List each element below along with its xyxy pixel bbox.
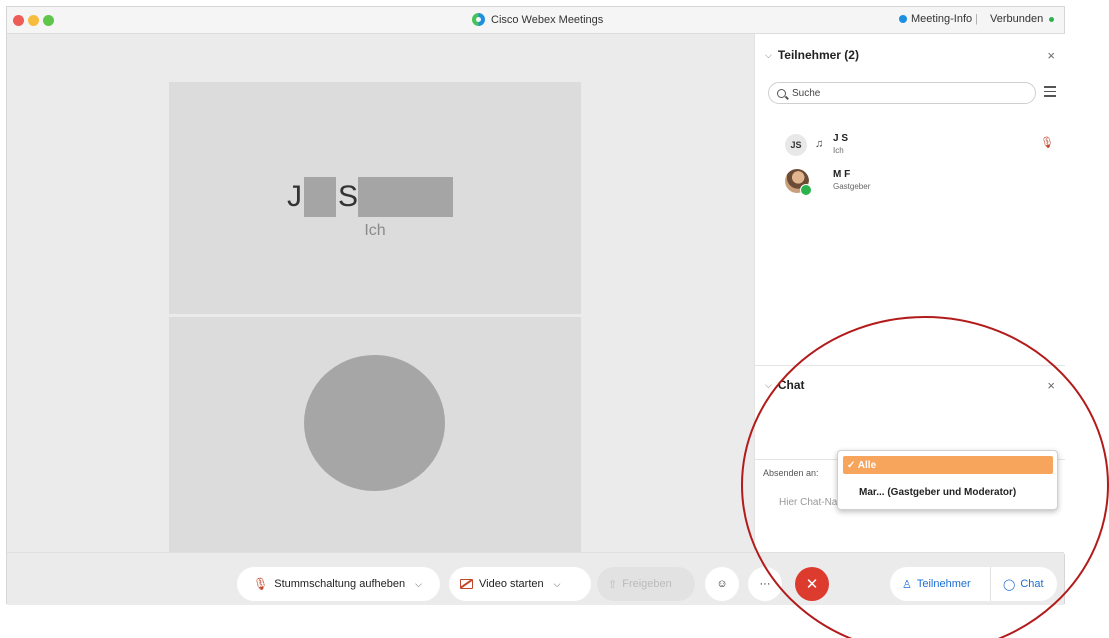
meeting-info-button[interactable]: Meeting-Info bbox=[899, 13, 972, 25]
participants-header[interactable]: ⌵ Teilnehmer (2) bbox=[765, 48, 859, 62]
webex-logo-icon bbox=[472, 13, 485, 26]
connection-status: Verbunden bbox=[990, 13, 1055, 25]
smiley-icon: ☺ bbox=[716, 578, 728, 590]
self-tile-label: Ich bbox=[364, 222, 386, 239]
share-icon: ⇧ bbox=[608, 578, 618, 591]
chevron-down-icon: ⌵ bbox=[765, 49, 772, 60]
unmute-button[interactable]: 🎙 Stummschaltung aufheben ⌵ bbox=[237, 567, 440, 601]
participant-name: J S bbox=[833, 133, 849, 144]
participant-search-input[interactable]: Suche bbox=[768, 82, 1036, 104]
connection-status-label: Verbunden bbox=[990, 13, 1044, 25]
meeting-info-label: Meeting-Info bbox=[911, 13, 973, 25]
maximize-window-button[interactable] bbox=[43, 15, 54, 26]
chevron-down-icon[interactable]: ⌵ bbox=[554, 579, 561, 590]
remote-avatar bbox=[304, 355, 445, 491]
window-title-text: Cisco Webex Meetings bbox=[491, 13, 604, 26]
close-window-button[interactable] bbox=[13, 15, 24, 26]
muted-mic-icon[interactable]: 🎙 bbox=[1040, 136, 1054, 149]
title-separator: | bbox=[975, 13, 978, 25]
chevron-down-icon[interactable]: ⌵ bbox=[415, 579, 422, 590]
self-name-first: J bbox=[287, 180, 302, 213]
participant-initials-avatar: JS bbox=[785, 134, 807, 156]
participants-title: Teilnehmer (2) bbox=[777, 48, 859, 62]
video-off-icon bbox=[460, 579, 473, 589]
search-placeholder: Suche bbox=[792, 87, 821, 99]
participant-role: Ich bbox=[833, 146, 844, 155]
headset-icon: ♫ bbox=[815, 138, 824, 150]
annotation-ellipse bbox=[741, 316, 1109, 638]
connected-dot-icon bbox=[1049, 16, 1055, 22]
participant-name: M F bbox=[833, 169, 851, 180]
share-label: Freigeben bbox=[622, 578, 672, 590]
remote-video-tile[interactable] bbox=[169, 317, 581, 553]
share-button[interactable]: ⇧ Freigeben bbox=[597, 567, 695, 601]
window-title: Cisco Webex Meetings bbox=[472, 13, 603, 26]
info-icon bbox=[899, 15, 907, 23]
muted-mic-icon: 🎙 bbox=[253, 577, 269, 591]
self-video-tile[interactable]: J S Ich bbox=[169, 82, 581, 314]
start-video-button[interactable]: Video starten ⌵ bbox=[449, 567, 591, 601]
participant-row[interactable]: JS ♫ J S Ich 🎙 bbox=[785, 131, 1055, 161]
start-video-label: Video starten bbox=[479, 578, 544, 590]
search-icon bbox=[777, 88, 786, 98]
self-name-last: S bbox=[338, 180, 359, 213]
annotation-circle bbox=[741, 316, 1109, 638]
host-badge-icon bbox=[800, 184, 812, 196]
participant-role: Gastgeber bbox=[833, 182, 871, 191]
sort-list-icon[interactable] bbox=[1044, 86, 1056, 98]
video-stage: J S Ich bbox=[7, 34, 752, 554]
redaction-block bbox=[358, 177, 454, 217]
unmute-label: Stummschaltung aufheben bbox=[274, 578, 406, 590]
title-bar: Cisco Webex Meetings Meeting-Info | Verb… bbox=[7, 7, 1064, 34]
minimize-window-button[interactable] bbox=[28, 15, 39, 26]
self-name: J S bbox=[287, 177, 454, 217]
participants-close-icon[interactable]: × bbox=[1047, 48, 1055, 63]
participant-row[interactable]: M F Gastgeber bbox=[785, 167, 1055, 201]
redaction-block bbox=[304, 177, 336, 217]
